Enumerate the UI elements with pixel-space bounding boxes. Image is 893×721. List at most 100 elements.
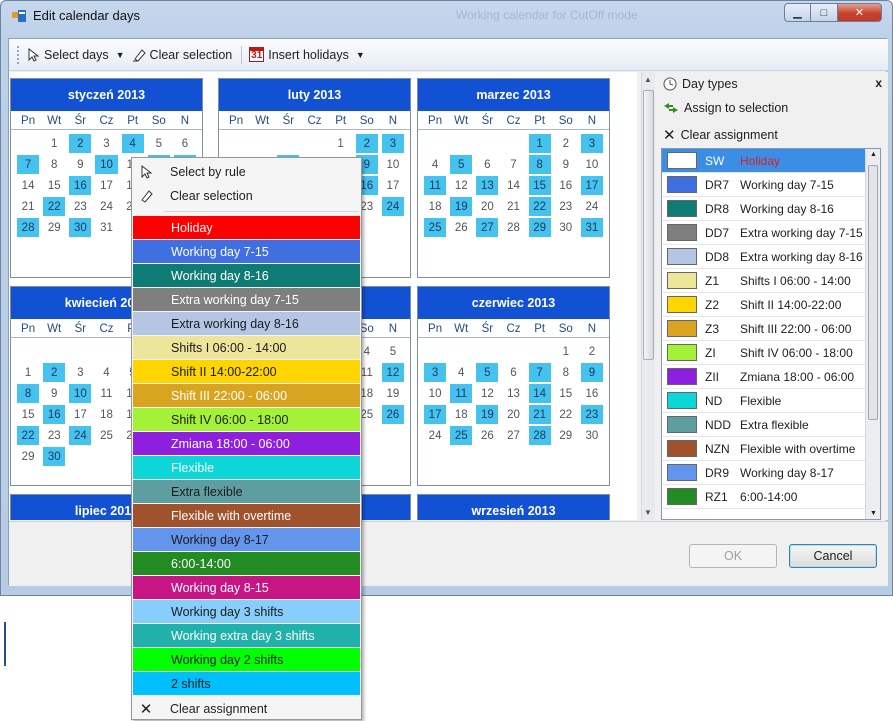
day-type-row[interactable]: DD7 Extra working day 7-15 [662,221,880,245]
day-cell[interactable]: 15 [17,405,39,424]
day-cell[interactable]: 5 [382,342,404,361]
panel-close-icon[interactable]: x [875,76,882,90]
day-cell[interactable]: 6 [174,134,196,153]
select-by-rule-item[interactable]: Select by rule [132,160,361,184]
day-type-row[interactable]: ZII Zmiana 18:00 - 06:00 [662,365,880,389]
day-type-row[interactable]: Z3 Shift III 22:00 - 06:00 [662,317,880,341]
day-type-menu-item[interactable]: Extra working day 7-15 [133,288,360,311]
day-cell[interactable]: 22 [555,405,577,424]
day-type-menu-item[interactable]: Working day 8-17 [133,528,360,551]
day-cell[interactable]: 11 [450,384,473,403]
day-cell[interactable]: 25 [95,426,117,445]
day-cell[interactable]: 19 [476,405,499,424]
day-type-row[interactable]: Z2 Shift II 14:00-22:00 [662,293,880,317]
day-type-row[interactable]: Z1 Shifts I 06:00 - 14:00 [662,269,880,293]
day-type-row[interactable]: NZN Flexible with overtime [662,437,880,461]
day-cell[interactable]: 8 [528,155,551,174]
day-cell[interactable]: 7 [528,363,551,382]
day-cell[interactable]: 2 [555,134,577,153]
day-type-row[interactable]: SW Holiday [662,149,880,173]
day-cell[interactable]: 4 [424,155,446,174]
day-type-row[interactable]: DR7 Working day 7-15 [662,173,880,197]
select-days-dropdown[interactable]: Select days ▼ [27,47,125,62]
month-title[interactable]: wrzesień 2013 [418,495,609,520]
close-button[interactable]: ✕ [838,3,882,22]
day-cell[interactable]: 14 [528,384,551,403]
day-cell[interactable]: 25 [450,426,473,445]
ok-button[interactable]: OK [689,544,777,568]
day-cell[interactable]: 27 [502,426,524,445]
day-type-menu-item[interactable]: 6:00-14:00 [133,552,360,575]
day-cell[interactable]: 12 [476,384,498,403]
day-cell[interactable]: 19 [382,384,404,403]
day-cell[interactable]: 17 [580,176,603,195]
day-cell[interactable]: 10 [581,155,603,174]
day-cell[interactable]: 3 [381,134,404,153]
day-cell[interactable]: 16 [69,176,92,195]
day-cell[interactable]: 2 [43,363,66,382]
clear-assignment-item[interactable]: ✕ Clear assignment [132,697,361,721]
day-cell[interactable]: 8 [555,363,577,382]
day-cell[interactable]: 30 [69,218,92,237]
day-cell[interactable]: 3 [424,363,447,382]
day-cell[interactable]: 21 [17,197,39,216]
day-cell[interactable]: 4 [121,134,144,153]
day-cell[interactable]: 12 [450,176,472,195]
scroll-down-icon[interactable]: ▼ [870,510,877,517]
day-type-menu-item[interactable]: Zmiana 18:00 - 06:00 [133,432,360,455]
toolbar-grip[interactable] [17,45,21,64]
day-cell[interactable]: 26 [476,426,498,445]
day-cell[interactable]: 24 [381,197,404,216]
day-cell[interactable]: 15 [43,176,65,195]
day-cell[interactable]: 29 [43,218,65,237]
day-type-row[interactable]: DR9 Working day 8-17 [662,461,880,485]
day-cell[interactable]: 3 [580,134,603,153]
day-cell[interactable]: 24 [95,197,117,216]
day-type-menu-item[interactable]: 2 shifts [133,672,360,695]
scrollbar-thumb[interactable] [643,90,654,360]
day-cell[interactable]: 18 [95,405,117,424]
day-cell[interactable]: 16 [555,176,577,195]
day-cell[interactable]: 22 [528,197,551,216]
scroll-up-icon[interactable]: ▲ [644,75,652,84]
day-cell[interactable]: 1 [555,342,577,361]
day-cell[interactable]: 10 [95,155,118,174]
day-cell[interactable]: 31 [95,218,117,237]
day-cell[interactable]: 17 [382,176,404,195]
day-type-menu-item[interactable]: Working day 8-15 [133,576,360,599]
day-cell[interactable]: 30 [581,426,603,445]
day-cell[interactable]: 16 [581,384,603,403]
cancel-button[interactable]: Cancel [789,544,877,568]
minimize-button[interactable]: ▁ [784,3,811,22]
day-cell[interactable]: 10 [382,155,404,174]
day-cell[interactable]: 2 [355,134,378,153]
day-type-menu-item[interactable]: Working day 7-15 [133,240,360,263]
day-cell[interactable]: 28 [502,218,524,237]
title-bar[interactable]: Edit calendar days Working calendar for … [1,1,892,31]
day-cell[interactable]: 8 [17,384,40,403]
day-type-row[interactable]: ZI Shift IV 06:00 - 18:00 [662,341,880,365]
day-cell[interactable]: 24 [581,197,603,216]
day-cell[interactable]: 13 [502,384,524,403]
day-type-menu-item[interactable]: Extra flexible [133,480,360,503]
day-cell[interactable]: 6 [476,155,498,174]
maximize-button[interactable]: □ [811,3,838,22]
day-cell[interactable]: 22 [17,426,40,445]
day-cell[interactable]: 19 [450,197,473,216]
day-cell[interactable]: 15 [555,384,577,403]
day-cell[interactable]: 1 [43,134,65,153]
scroll-down-icon[interactable]: ▼ [644,508,652,517]
day-cell[interactable]: 1 [528,134,551,153]
month-title[interactable]: marzec 2013 [418,79,609,111]
day-cell[interactable]: 30 [555,218,577,237]
clear-selection-button[interactable]: Clear selection [132,48,232,62]
month-title[interactable]: czerwiec 2013 [418,287,609,319]
day-cell[interactable]: 9 [43,384,65,403]
day-cell[interactable]: 11 [424,176,447,195]
day-cell[interactable]: 2 [69,134,92,153]
day-type-row[interactable]: DR8 Working day 8-16 [662,197,880,221]
day-cell[interactable]: 15 [528,176,551,195]
day-cell[interactable]: 24 [69,426,92,445]
day-type-menu-item[interactable]: Working day 3 shifts [133,600,360,623]
day-cell[interactable]: 3 [95,134,117,153]
